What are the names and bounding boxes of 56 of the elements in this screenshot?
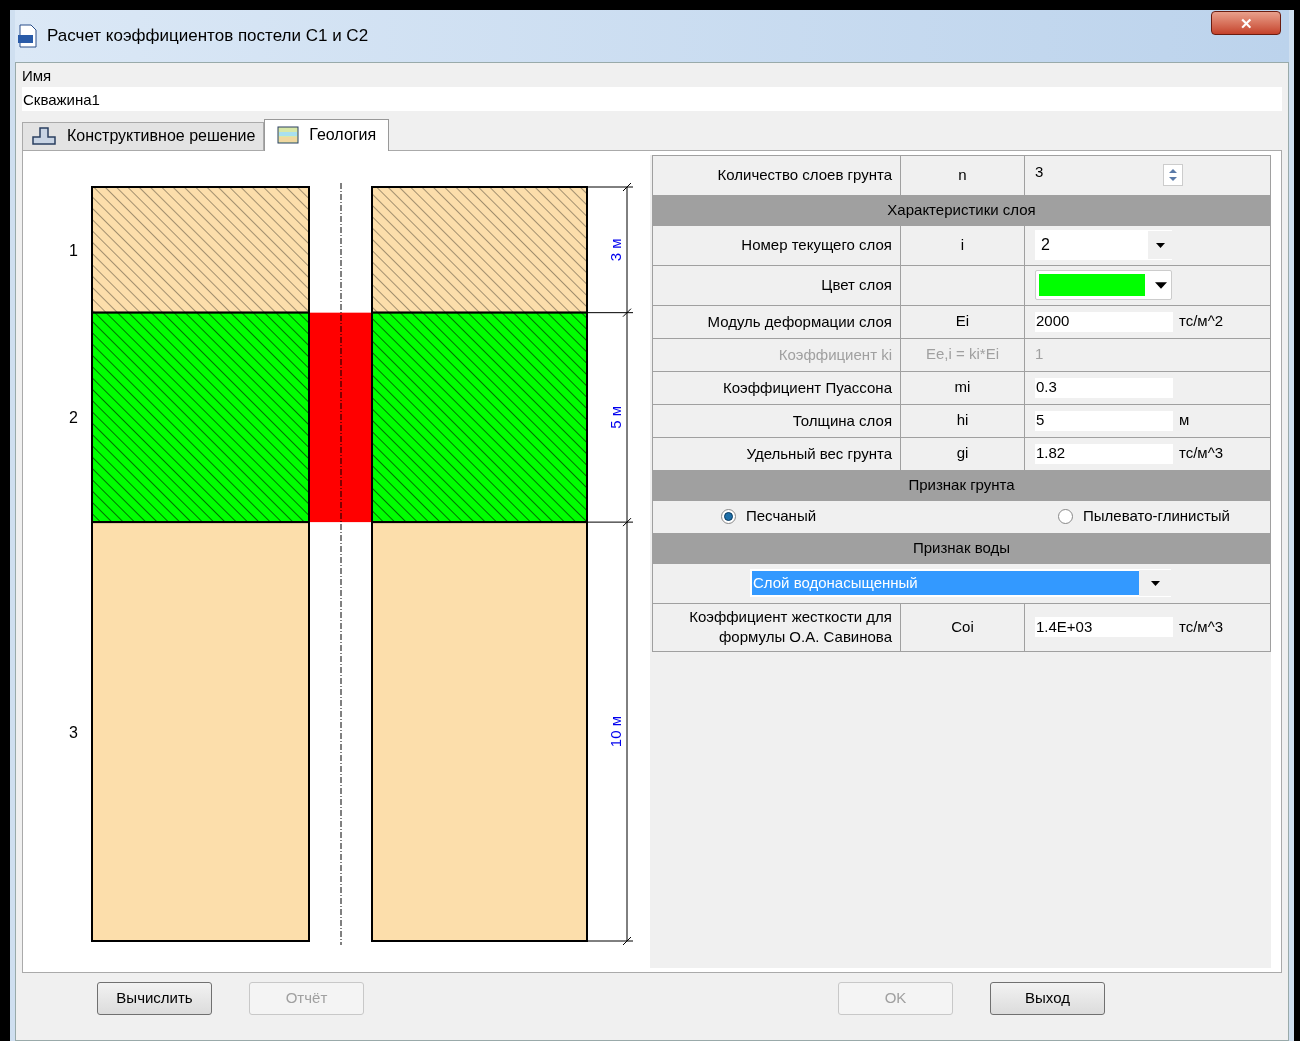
unit-label: тс/м^2	[1179, 311, 1224, 332]
unit-label: тс/м^3	[1179, 616, 1224, 637]
spinner-arrows-icon	[1168, 168, 1178, 182]
dropdown-arrow-icon	[1155, 242, 1165, 248]
coefficient-value: 1	[1035, 344, 1044, 365]
dialog-button[interactable]: Выход	[990, 982, 1105, 1015]
name-label: Имя	[22, 66, 53, 86]
field-label: Количество слоев грунта	[652, 155, 901, 195]
tab[interactable]: Конструктивное решение	[22, 121, 265, 150]
symbol-label: n	[900, 155, 1025, 195]
field-label: Коэффициент Пуассона	[652, 371, 901, 404]
dropdown-arrow-icon	[1155, 281, 1167, 289]
field-label: Удельный вес грунта	[652, 437, 901, 470]
layers-icon	[277, 126, 300, 144]
spinner-control[interactable]	[1163, 164, 1183, 186]
window-title: Расчет коэффициентов постели С1 и С2	[47, 25, 369, 48]
symbol-label: Coi	[900, 603, 1025, 651]
layer-count-value: 3	[1035, 161, 1045, 182]
value-field[interactable]: 1.4E+03	[1035, 617, 1173, 637]
symbol-label: i	[900, 225, 1025, 265]
dropdown-arrow-icon	[1150, 580, 1160, 586]
field-label: Модуль деформации слоя	[652, 305, 901, 338]
value-field[interactable]: 1.82	[1035, 443, 1173, 464]
radio-option[interactable]: Песчаный	[721, 505, 817, 528]
symbol-label: mi	[900, 371, 1025, 404]
unit-label: тс/м^3	[1179, 443, 1224, 464]
section-header: Признак воды	[652, 533, 1271, 563]
symbol-label: Ei	[900, 305, 1025, 338]
section-header: Признак грунта	[652, 470, 1271, 500]
layer-number: 3	[69, 723, 78, 741]
layer-number: 1	[69, 241, 78, 259]
field-label: Коэффициент ki	[652, 338, 901, 371]
symbol-label: gi	[900, 437, 1025, 470]
value-field[interactable]: 0.3	[1035, 377, 1173, 398]
document-icon	[17, 24, 39, 48]
dimension-label: 5 м	[607, 405, 624, 429]
unit-label: м	[1179, 410, 1190, 431]
field-label: Коэффициент жесткости для формулы О.А. Савинова	[652, 603, 901, 651]
foundation-icon	[31, 126, 57, 146]
layer-number-dropdown[interactable]: 2	[1035, 230, 1172, 260]
radio-option[interactable]: Пылевато-глинистый	[1058, 505, 1230, 528]
tab[interactable]: Геология	[264, 118, 390, 151]
value-field[interactable]: 2000	[1035, 311, 1173, 332]
dimension-label: 3 м	[607, 237, 624, 261]
field-label: Цвет слоя	[652, 265, 901, 305]
dialog-button[interactable]: Вычислить	[97, 982, 212, 1015]
value-field[interactable]: 5	[1035, 410, 1173, 431]
field-label: Номер текущего слоя	[652, 225, 901, 265]
name-field[interactable]: Скважина1	[22, 87, 1282, 111]
field-label: Толщина слоя	[652, 404, 901, 437]
symbol-label: Ee,i = ki*Ei	[900, 338, 1025, 371]
symbol-label: hi	[900, 404, 1025, 437]
layer-number: 2	[69, 408, 78, 426]
dimension-label: 10 м	[607, 715, 624, 747]
section-header: Характеристики слоя	[652, 195, 1271, 225]
color-dropdown[interactable]	[1035, 270, 1172, 300]
